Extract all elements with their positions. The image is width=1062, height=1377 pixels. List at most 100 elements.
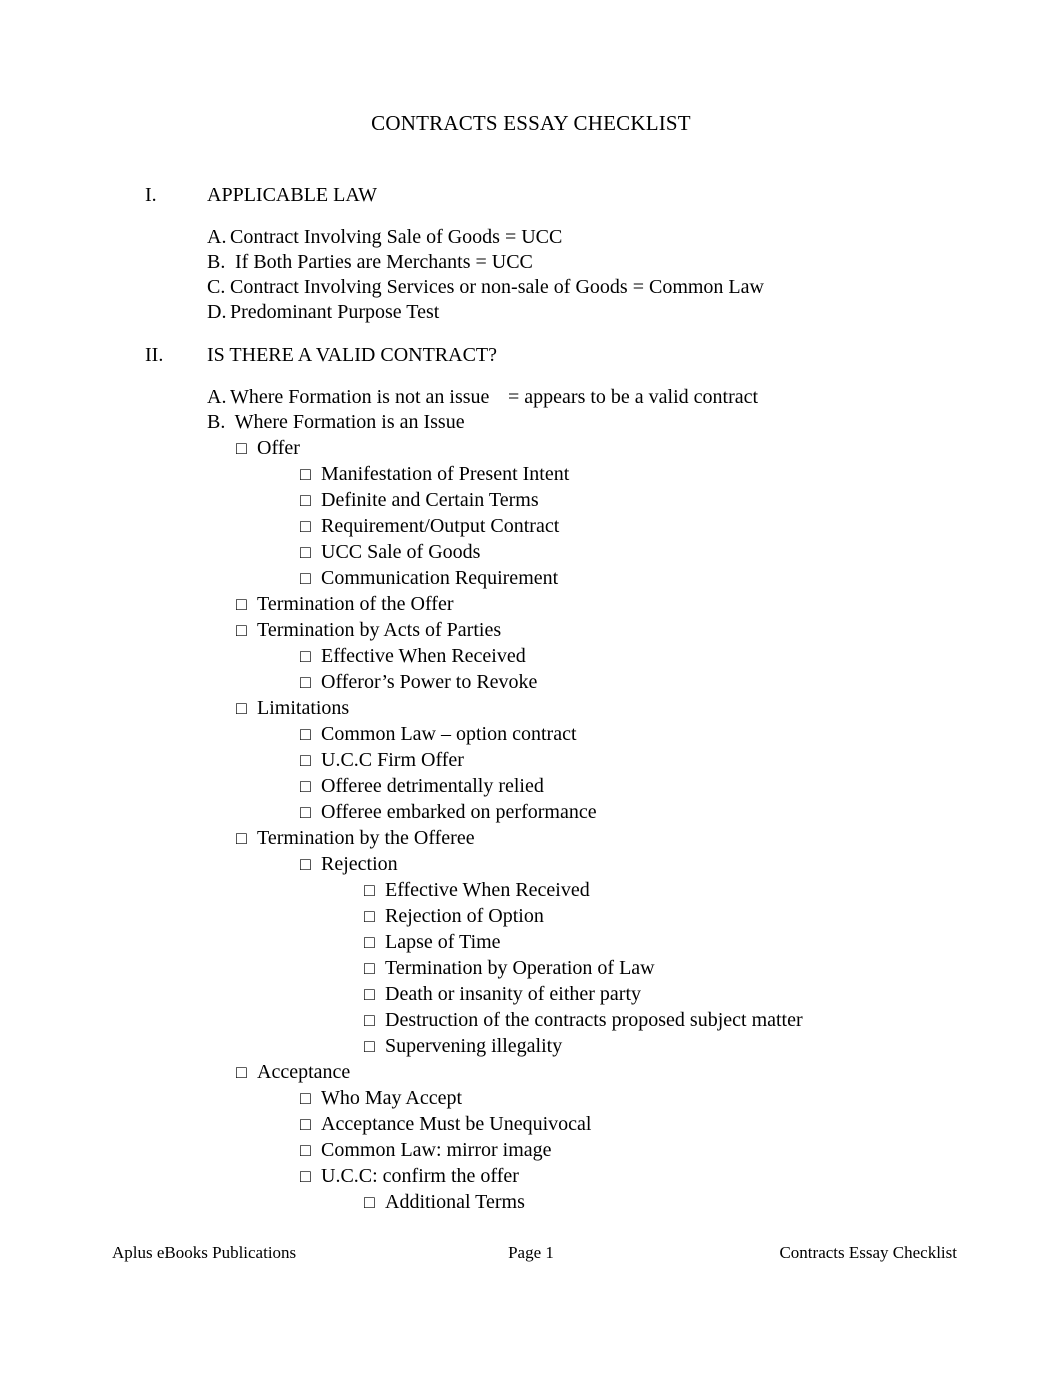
checklist-item-label: Offeree embarked on performance bbox=[321, 801, 597, 823]
list-item: B. Where Formation is an Issue bbox=[0, 410, 1062, 435]
checkbox-icon[interactable]: □ bbox=[236, 1059, 247, 1085]
checklist-item[interactable]: □ Acceptance Must be Unequivocal bbox=[0, 1111, 1062, 1137]
checkbox-icon[interactable]: □ bbox=[364, 903, 375, 929]
checklist-item-label: Common Law – option contract bbox=[321, 723, 577, 745]
checklist-item[interactable]: □ Effective When Received bbox=[0, 643, 1062, 669]
page-title: CONTRACTS ESSAY CHECKLIST bbox=[371, 111, 691, 135]
checkbox-icon[interactable]: □ bbox=[364, 1007, 375, 1033]
list-item-note: = appears to be a valid contract bbox=[508, 386, 759, 408]
checkbox-icon[interactable]: □ bbox=[236, 695, 247, 721]
checkbox-icon[interactable]: □ bbox=[300, 721, 311, 747]
list-item: C. Contract Involving Services or non-sa… bbox=[0, 275, 1062, 300]
checklist-item-label: Destruction of the contracts proposed su… bbox=[385, 1009, 803, 1031]
checkbox-icon[interactable]: □ bbox=[364, 1189, 375, 1215]
section-numeral: I. bbox=[145, 184, 157, 206]
checkbox-icon[interactable]: □ bbox=[300, 773, 311, 799]
checkbox-icon[interactable]: □ bbox=[300, 747, 311, 773]
checklist-item[interactable]: □ Requirement/Output Contract bbox=[0, 513, 1062, 539]
checklist-item[interactable]: □ Termination of the Offer bbox=[0, 591, 1062, 617]
document-body: I. APPLICABLE LAW A. Contract Involving … bbox=[0, 182, 1062, 1215]
checkbox-icon[interactable]: □ bbox=[300, 487, 311, 513]
checklist-item[interactable]: □ Offeree detrimentally relied bbox=[0, 773, 1062, 799]
checklist-item[interactable]: □ Common Law – option contract bbox=[0, 721, 1062, 747]
checklist-item[interactable]: □ Common Law: mirror image bbox=[0, 1137, 1062, 1163]
checklist-item[interactable]: □ Supervening illegality bbox=[0, 1033, 1062, 1059]
checklist-item-label: Acceptance Must be Unequivocal bbox=[321, 1113, 592, 1135]
checklist-item[interactable]: □ Destruction of the contracts proposed s… bbox=[0, 1007, 1062, 1033]
section-heading-1: I. APPLICABLE LAW bbox=[0, 182, 1062, 208]
section-title: APPLICABLE LAW bbox=[207, 184, 378, 206]
list-item-label: If Both Parties are Merchants = UCC bbox=[230, 251, 533, 273]
document-page: CONTRACTS ESSAY CHECKLIST I. APPLICABLE … bbox=[0, 0, 1062, 1377]
checklist-item[interactable]: □ Limitations bbox=[0, 695, 1062, 721]
list-item-label: Predominant Purpose Test bbox=[230, 301, 440, 323]
list-item-letter: B. bbox=[207, 411, 226, 433]
section-title: IS THERE A VALID CONTRACT? bbox=[207, 344, 498, 366]
checkbox-icon[interactable]: □ bbox=[300, 643, 311, 669]
checklist-item-label: U.C.C Firm Offer bbox=[321, 749, 464, 771]
section-heading-2: II. IS THERE A VALID CONTRACT? bbox=[0, 342, 1062, 368]
checklist-item-label: Termination by the Offeree bbox=[257, 827, 475, 849]
checkbox-icon[interactable]: □ bbox=[364, 981, 375, 1007]
checkbox-icon[interactable]: □ bbox=[300, 1137, 311, 1163]
checkbox-icon[interactable]: □ bbox=[364, 1033, 375, 1059]
checkbox-icon[interactable]: □ bbox=[236, 825, 247, 851]
checklist-item-label: Offeree detrimentally relied bbox=[321, 775, 544, 797]
checklist-item[interactable]: □ Who May Accept bbox=[0, 1085, 1062, 1111]
checkbox-icon[interactable]: □ bbox=[300, 565, 311, 591]
checklist-item[interactable]: □ Termination by Operation of Law bbox=[0, 955, 1062, 981]
checklist-item[interactable]: □ Additional Terms bbox=[0, 1189, 1062, 1215]
checkbox-icon[interactable]: □ bbox=[236, 591, 247, 617]
list-item-label: Where Formation is an Issue bbox=[230, 411, 465, 433]
checklist-item[interactable]: □ UCC Sale of Goods bbox=[0, 539, 1062, 565]
checkbox-icon[interactable]: □ bbox=[300, 851, 311, 877]
checklist-item-label: Effective When Received bbox=[385, 879, 590, 901]
checklist-item[interactable]: □ U.C.C: confirm the offer bbox=[0, 1163, 1062, 1189]
checkbox-icon[interactable]: □ bbox=[300, 461, 311, 487]
checkbox-icon[interactable]: □ bbox=[300, 1163, 311, 1189]
checklist-item[interactable]: □ Rejection bbox=[0, 851, 1062, 877]
checkbox-icon[interactable]: □ bbox=[364, 955, 375, 981]
checklist-item[interactable]: □ Lapse of Time bbox=[0, 929, 1062, 955]
checkbox-icon[interactable]: □ bbox=[300, 539, 311, 565]
checkbox-icon[interactable]: □ bbox=[300, 799, 311, 825]
checklist-item-label: Termination of the Offer bbox=[257, 593, 454, 615]
checkbox-icon[interactable]: □ bbox=[364, 877, 375, 903]
list-item-letter: B. bbox=[207, 251, 226, 273]
checkbox-icon[interactable]: □ bbox=[236, 435, 247, 461]
checklist-item[interactable]: □ Definite and Certain Terms bbox=[0, 487, 1062, 513]
checkbox-icon[interactable]: □ bbox=[364, 929, 375, 955]
checklist-item-label: Limitations bbox=[257, 697, 350, 719]
checklist-item[interactable]: □ Manifestation of Present Intent bbox=[0, 461, 1062, 487]
checklist-item[interactable]: □ Termination by the Offeree bbox=[0, 825, 1062, 851]
checklist-item[interactable]: □ Effective When Received bbox=[0, 877, 1062, 903]
checklist-item[interactable]: □ Offer bbox=[0, 435, 1062, 461]
list-item-letter: C. bbox=[207, 276, 226, 298]
checklist-item-label: UCC Sale of Goods bbox=[321, 541, 481, 563]
checklist-item[interactable]: □ Termination by Acts of Parties bbox=[0, 617, 1062, 643]
checklist-item[interactable]: □ Death or insanity of either party bbox=[0, 981, 1062, 1007]
checklist-item-label: Lapse of Time bbox=[385, 931, 501, 953]
checklist-item[interactable]: □ Communication Requirement bbox=[0, 565, 1062, 591]
checkbox-icon[interactable]: □ bbox=[300, 1085, 311, 1111]
list-item-label: Where Formation is not an issue bbox=[230, 386, 490, 408]
footer-document-name: Contracts Essay Checklist bbox=[779, 1243, 957, 1262]
checklist-item-label: Rejection bbox=[321, 853, 398, 875]
list-item: D. Predominant Purpose Test bbox=[0, 300, 1062, 325]
checklist-item-label: Definite and Certain Terms bbox=[321, 489, 539, 511]
checkbox-icon[interactable]: □ bbox=[300, 669, 311, 695]
checklist-item[interactable]: □ Offeree embarked on performance bbox=[0, 799, 1062, 825]
checklist-item[interactable]: □ Rejection of Option bbox=[0, 903, 1062, 929]
checklist-item[interactable]: □ Offeror’s Power to Revoke bbox=[0, 669, 1062, 695]
checkbox-icon[interactable]: □ bbox=[300, 513, 311, 539]
checklist-item[interactable]: □ U.C.C Firm Offer bbox=[0, 747, 1062, 773]
checklist-item-label: Who May Accept bbox=[321, 1087, 463, 1109]
list-item-label: Contract Involving Sale of Goods = UCC bbox=[230, 226, 563, 248]
checklist-item[interactable]: □ Acceptance bbox=[0, 1059, 1062, 1085]
checkbox-icon[interactable]: □ bbox=[236, 617, 247, 643]
list-item-label: Contract Involving Services or non-sale … bbox=[230, 276, 764, 298]
checklist-item-label: Effective When Received bbox=[321, 645, 526, 667]
checkbox-icon[interactable]: □ bbox=[300, 1111, 311, 1137]
